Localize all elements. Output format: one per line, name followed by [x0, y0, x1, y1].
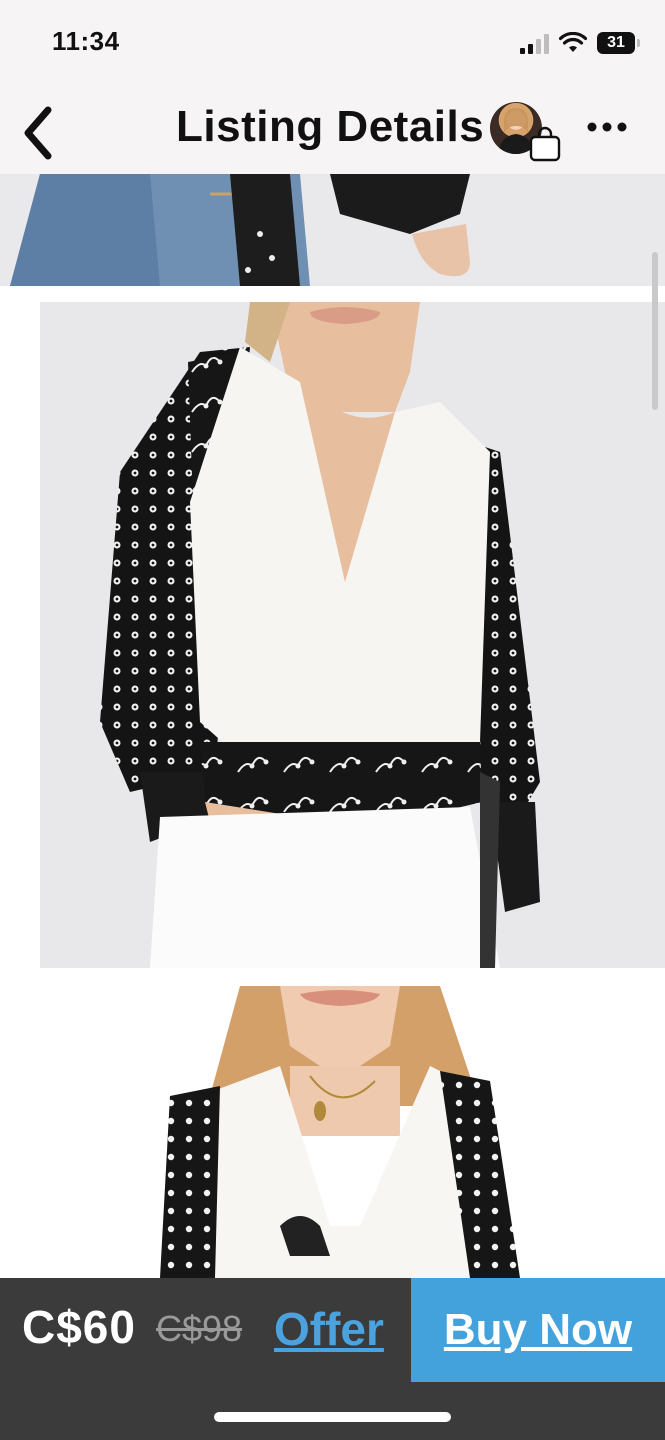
battery-level: 31 — [607, 34, 625, 51]
scroll-indicator[interactable] — [652, 252, 658, 410]
status-bar: 11:34 31 — [0, 0, 665, 88]
original-price: C$98 — [156, 1308, 243, 1349]
ellipsis-horizontal-icon — [587, 122, 627, 132]
price: C$60 — [22, 1301, 136, 1353]
battery-icon: 31 — [597, 32, 640, 54]
home-indicator[interactable] — [214, 1412, 451, 1422]
cellular-signal-icon — [520, 32, 549, 54]
wifi-icon — [559, 32, 587, 52]
shopping-bag-icon — [529, 126, 561, 162]
listing-photo[interactable] — [0, 986, 665, 1278]
nav-bar: Listing Details — [0, 88, 665, 175]
seller-closet-button[interactable] — [490, 102, 570, 164]
buy-now-label: Buy Now — [443, 1305, 633, 1354]
listing-photo[interactable] — [0, 174, 665, 286]
photo-gallery[interactable] — [0, 174, 665, 1278]
back-button[interactable] — [14, 96, 64, 162]
more-options-button[interactable] — [584, 114, 630, 140]
chevron-left-icon — [24, 106, 52, 160]
offer-button[interactable]: Offer — [274, 1302, 384, 1356]
status-icons: 31 — [520, 28, 640, 58]
page-title: Listing Details — [176, 102, 485, 151]
buy-now-button[interactable]: Buy Now — [411, 1278, 665, 1382]
status-time: 11:34 — [52, 26, 120, 56]
listing-photo[interactable] — [0, 302, 665, 968]
